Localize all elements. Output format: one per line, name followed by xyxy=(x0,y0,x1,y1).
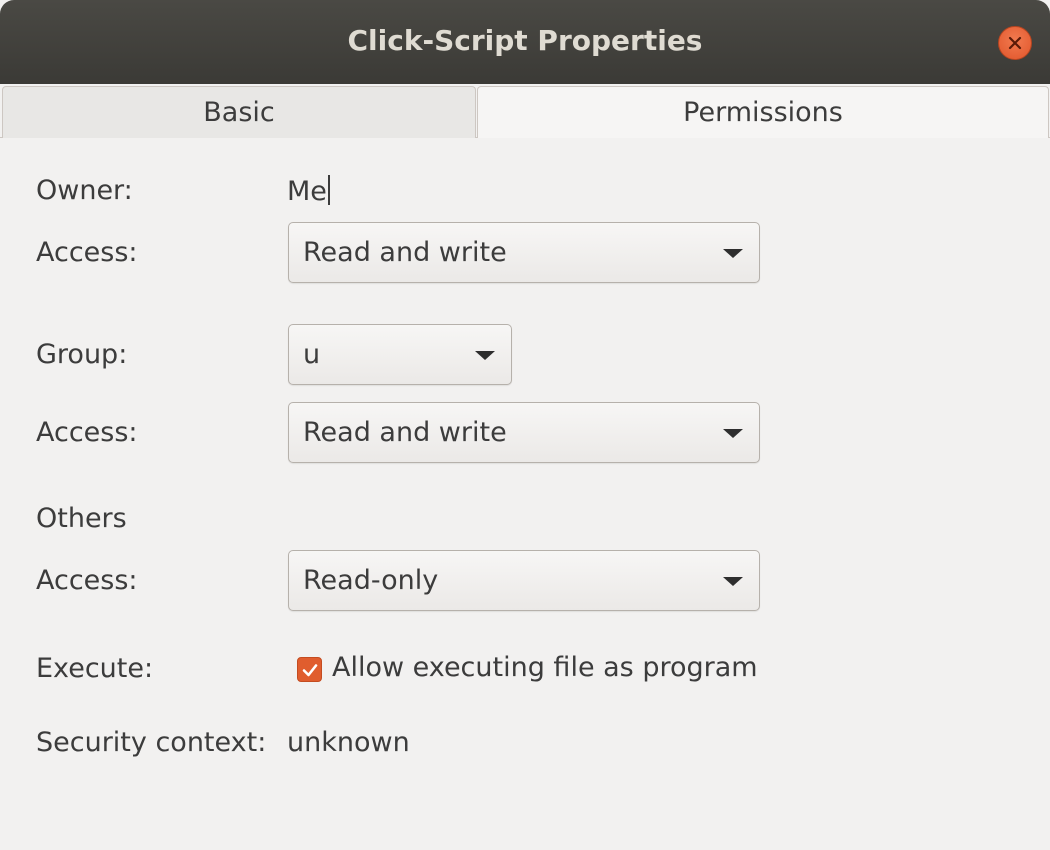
owner-value: Me xyxy=(287,175,330,207)
tab-basic-label: Basic xyxy=(203,97,275,128)
tab-bar: Basic Permissions xyxy=(0,84,1050,138)
group-value: u xyxy=(303,339,321,370)
owner-label: Owner: xyxy=(36,175,133,206)
owner-access-label: Access: xyxy=(36,237,138,268)
security-context-value: unknown xyxy=(287,727,410,758)
execute-checkbox[interactable] xyxy=(297,657,322,682)
chevron-down-icon xyxy=(723,577,743,586)
others-label: Others xyxy=(36,503,127,534)
group-dropdown[interactable]: u xyxy=(288,324,512,385)
group-access-value: Read and write xyxy=(303,417,507,448)
owner-access-value: Read and write xyxy=(303,237,507,268)
execute-checkbox-label[interactable]: Allow executing file as program xyxy=(332,652,758,683)
group-access-dropdown[interactable]: Read and write xyxy=(288,402,760,463)
others-access-dropdown[interactable]: Read-only xyxy=(288,550,760,611)
text-cursor xyxy=(327,175,330,205)
group-access-label: Access: xyxy=(36,417,138,448)
tab-permissions[interactable]: Permissions xyxy=(477,86,1049,138)
chevron-down-icon xyxy=(475,351,495,360)
group-label: Group: xyxy=(36,339,128,370)
tab-basic[interactable]: Basic xyxy=(2,86,476,138)
execute-label: Execute: xyxy=(36,653,154,684)
close-button[interactable] xyxy=(998,26,1032,60)
window-title: Click-Script Properties xyxy=(347,24,703,57)
check-icon xyxy=(302,663,317,676)
chevron-down-icon xyxy=(723,249,743,258)
security-context-label: Security context: xyxy=(36,727,267,758)
others-access-value: Read-only xyxy=(303,565,439,596)
others-access-label: Access: xyxy=(36,565,138,596)
tab-permissions-label: Permissions xyxy=(683,97,843,128)
close-icon xyxy=(1008,36,1022,50)
owner-access-dropdown[interactable]: Read and write xyxy=(288,222,760,283)
title-bar: Click-Script Properties xyxy=(0,0,1050,84)
chevron-down-icon xyxy=(723,429,743,438)
owner-value-text: Me xyxy=(287,176,327,207)
